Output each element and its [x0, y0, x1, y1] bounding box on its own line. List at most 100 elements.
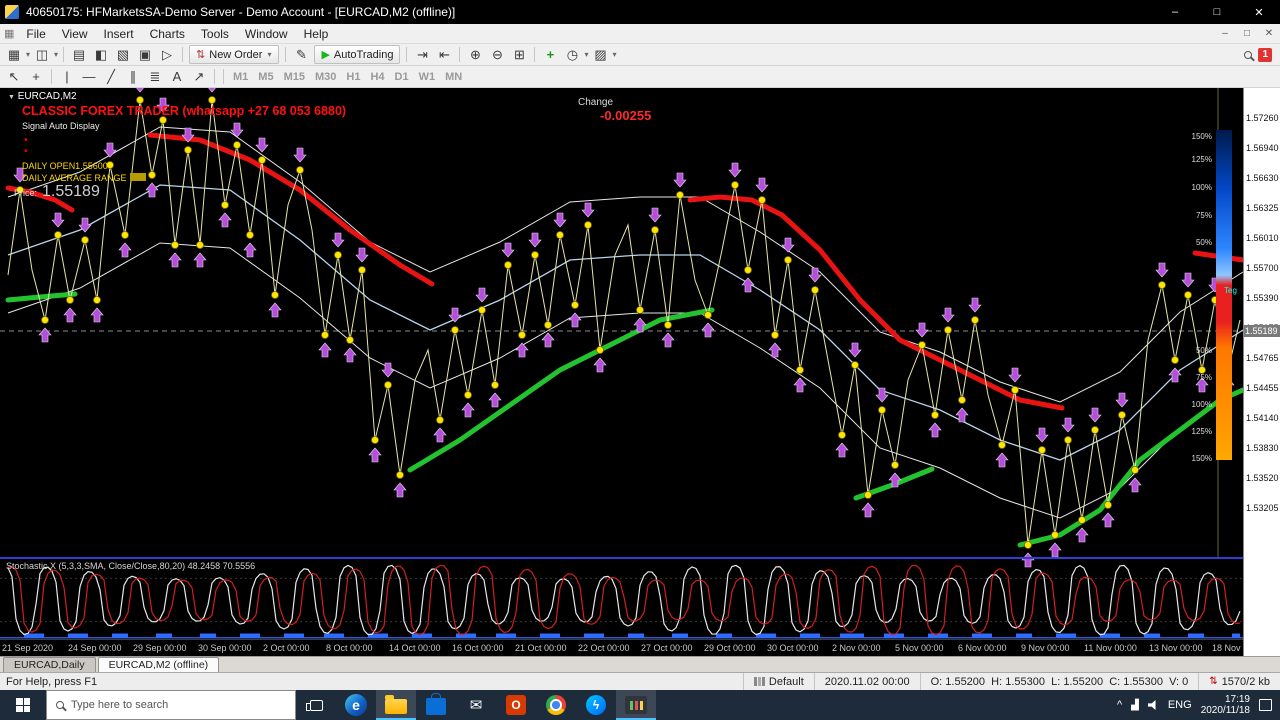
- chart-tab-m2-offline[interactable]: EURCAD,M2 (offline): [98, 657, 220, 672]
- timeframe-m1[interactable]: M1: [228, 71, 253, 83]
- autoscroll-icon[interactable]: ⇥: [412, 46, 432, 64]
- chart-window-icon[interactable]: ▦: [4, 27, 14, 40]
- zoom-in-icon[interactable]: ⊕: [465, 46, 485, 64]
- fibonacci-tool-icon[interactable]: ≣: [145, 68, 165, 86]
- crosshair-tool-icon[interactable]: +: [26, 68, 46, 86]
- text-tool-icon[interactable]: A: [167, 68, 187, 86]
- timeframe-m15[interactable]: M15: [279, 71, 310, 83]
- price-scale-label: 1.55390: [1246, 293, 1279, 303]
- signal-bullet: •: [24, 135, 28, 146]
- task-view-button[interactable]: [296, 690, 336, 720]
- price-scale[interactable]: 1.572601.569401.566301.563251.560101.557…: [1243, 88, 1280, 656]
- child-restore-button[interactable]: □: [1236, 28, 1258, 39]
- messenger-icon[interactable]: ϟ: [576, 690, 616, 720]
- horizontal-line-tool-icon[interactable]: —: [79, 68, 99, 86]
- chart-shift-icon[interactable]: ⇤: [434, 46, 454, 64]
- child-minimize-button[interactable]: –: [1214, 28, 1236, 39]
- notification-badge[interactable]: 1: [1258, 48, 1272, 62]
- time-axis-label: 11 Nov 00:00: [1084, 643, 1137, 653]
- network-icon[interactable]: ▟: [1131, 700, 1139, 711]
- dropdown-arrow-icon[interactable]: ▾: [612, 50, 616, 59]
- menu-bar: ▦ FileViewInsertChartsToolsWindowHelp – …: [0, 24, 1280, 44]
- timeframe-m5[interactable]: M5: [253, 71, 278, 83]
- templates-icon[interactable]: ▨: [590, 46, 610, 64]
- action-center-icon[interactable]: [1259, 699, 1272, 711]
- tray-chevron-icon[interactable]: ^: [1117, 699, 1122, 711]
- mt4-icon[interactable]: [616, 690, 656, 720]
- edge-icon[interactable]: e: [336, 690, 376, 720]
- zoom-out-icon[interactable]: ⊖: [487, 46, 507, 64]
- strategy-tester-icon[interactable]: ▷: [157, 46, 177, 64]
- timeframe-d1[interactable]: D1: [390, 71, 414, 83]
- office-icon[interactable]: O: [496, 690, 536, 720]
- time-axis-label: 2 Nov 00:00: [832, 643, 881, 653]
- toolbar-separator: [51, 69, 52, 84]
- dropdown-arrow-icon[interactable]: ▾: [267, 50, 271, 59]
- menu-item-file[interactable]: File: [18, 25, 53, 43]
- menu-item-window[interactable]: Window: [237, 25, 296, 43]
- stochastic-pane[interactable]: Stochastic X (5,3,3,SMA, Close/Close,80,…: [0, 557, 1243, 639]
- chart-symbol-label: ▼ EURCAD,M2: [8, 91, 77, 102]
- market-watch-icon[interactable]: ▤: [69, 46, 89, 64]
- search-icon[interactable]: [1244, 51, 1252, 59]
- taskbar-search[interactable]: [46, 690, 296, 720]
- new-order-button-label: New Order: [209, 49, 262, 61]
- timeframe-h1[interactable]: H1: [341, 71, 365, 83]
- price-caption: Price:: [14, 188, 37, 198]
- start-button[interactable]: [0, 690, 46, 720]
- main-chart-canvas[interactable]: [0, 88, 1243, 557]
- price-scale-label: 1.53830: [1246, 443, 1279, 453]
- child-close-button[interactable]: ✕: [1258, 28, 1280, 39]
- connection-icon: ⇅: [1209, 676, 1217, 687]
- menu-item-help[interactable]: Help: [296, 25, 337, 43]
- taskbar-clock[interactable]: 17:19 2020/11/18: [1201, 694, 1250, 716]
- file-explorer-icon[interactable]: [376, 690, 416, 720]
- status-ohlcv: O: 1.55200 H: 1.55300 L: 1.55200 C: 1.55…: [920, 673, 1199, 690]
- timeframe-w1[interactable]: W1: [414, 71, 441, 83]
- status-template[interactable]: Default: [769, 676, 804, 688]
- language-indicator[interactable]: ENG: [1168, 699, 1192, 711]
- mail-icon[interactable]: ✉: [456, 690, 496, 720]
- dropdown-arrow-icon[interactable]: ▾: [54, 50, 58, 59]
- dropdown-arrow-icon[interactable]: ▾: [26, 50, 30, 59]
- profiles-icon[interactable]: ◫: [32, 46, 52, 64]
- maximize-button[interactable]: □: [1196, 0, 1238, 24]
- trendline-tool-icon[interactable]: ╱: [101, 68, 121, 86]
- menu-item-insert[interactable]: Insert: [96, 25, 142, 43]
- timeframe-mn[interactable]: MN: [440, 71, 467, 83]
- tile-windows-icon[interactable]: ⊞: [509, 46, 529, 64]
- navigator-icon[interactable]: ▧: [113, 46, 133, 64]
- volume-icon[interactable]: [1148, 700, 1159, 711]
- periods-icon[interactable]: ◷: [562, 46, 582, 64]
- search-input[interactable]: [71, 699, 261, 711]
- metaeditor-icon[interactable]: ✎: [291, 46, 311, 64]
- autotrading-button[interactable]: ▶AutoTrading: [314, 45, 400, 64]
- vertical-line-tool-icon[interactable]: |: [57, 68, 77, 86]
- new-chart-icon[interactable]: ▦: [4, 46, 24, 64]
- terminal-icon[interactable]: ▣: [135, 46, 155, 64]
- cursor-tool-icon[interactable]: ↖: [4, 68, 24, 86]
- price-scale-label: 1.57260: [1246, 113, 1279, 123]
- menu-item-view[interactable]: View: [54, 25, 96, 43]
- price-scale-label: 1.54765: [1246, 353, 1279, 363]
- data-window-icon[interactable]: ◧: [91, 46, 111, 64]
- equidistant-channel-tool-icon[interactable]: ∥: [123, 68, 143, 86]
- menu-item-charts[interactable]: Charts: [142, 25, 193, 43]
- autotrading-icon: ▶: [321, 48, 329, 61]
- chart-tab-daily[interactable]: EURCAD,Daily: [3, 657, 96, 672]
- chrome-icon[interactable]: [536, 690, 576, 720]
- time-axis[interactable]: 21 Sep 202024 Sep 00:0029 Sep 00:0030 Se…: [0, 639, 1243, 656]
- timeframe-h4[interactable]: H4: [365, 71, 389, 83]
- minimize-button[interactable]: –: [1154, 0, 1196, 24]
- stochastic-canvas[interactable]: [0, 559, 1243, 639]
- timeframe-m30[interactable]: M30: [310, 71, 341, 83]
- arrow-tool-icon[interactable]: ↗: [189, 68, 209, 86]
- new-order-button[interactable]: ⇅New Order▾: [189, 45, 279, 64]
- close-button[interactable]: ✕: [1238, 0, 1280, 24]
- dropdown-arrow-icon[interactable]: ▾: [584, 50, 588, 59]
- chart-area[interactable]: ▼ EURCAD,M2 CLASSIC FOREX TRADER (whatsa…: [0, 88, 1280, 656]
- time-axis-label: 14 Oct 00:00: [389, 643, 441, 653]
- indicators-icon[interactable]: +: [540, 46, 560, 64]
- store-icon[interactable]: [416, 690, 456, 720]
- menu-item-tools[interactable]: Tools: [193, 25, 237, 43]
